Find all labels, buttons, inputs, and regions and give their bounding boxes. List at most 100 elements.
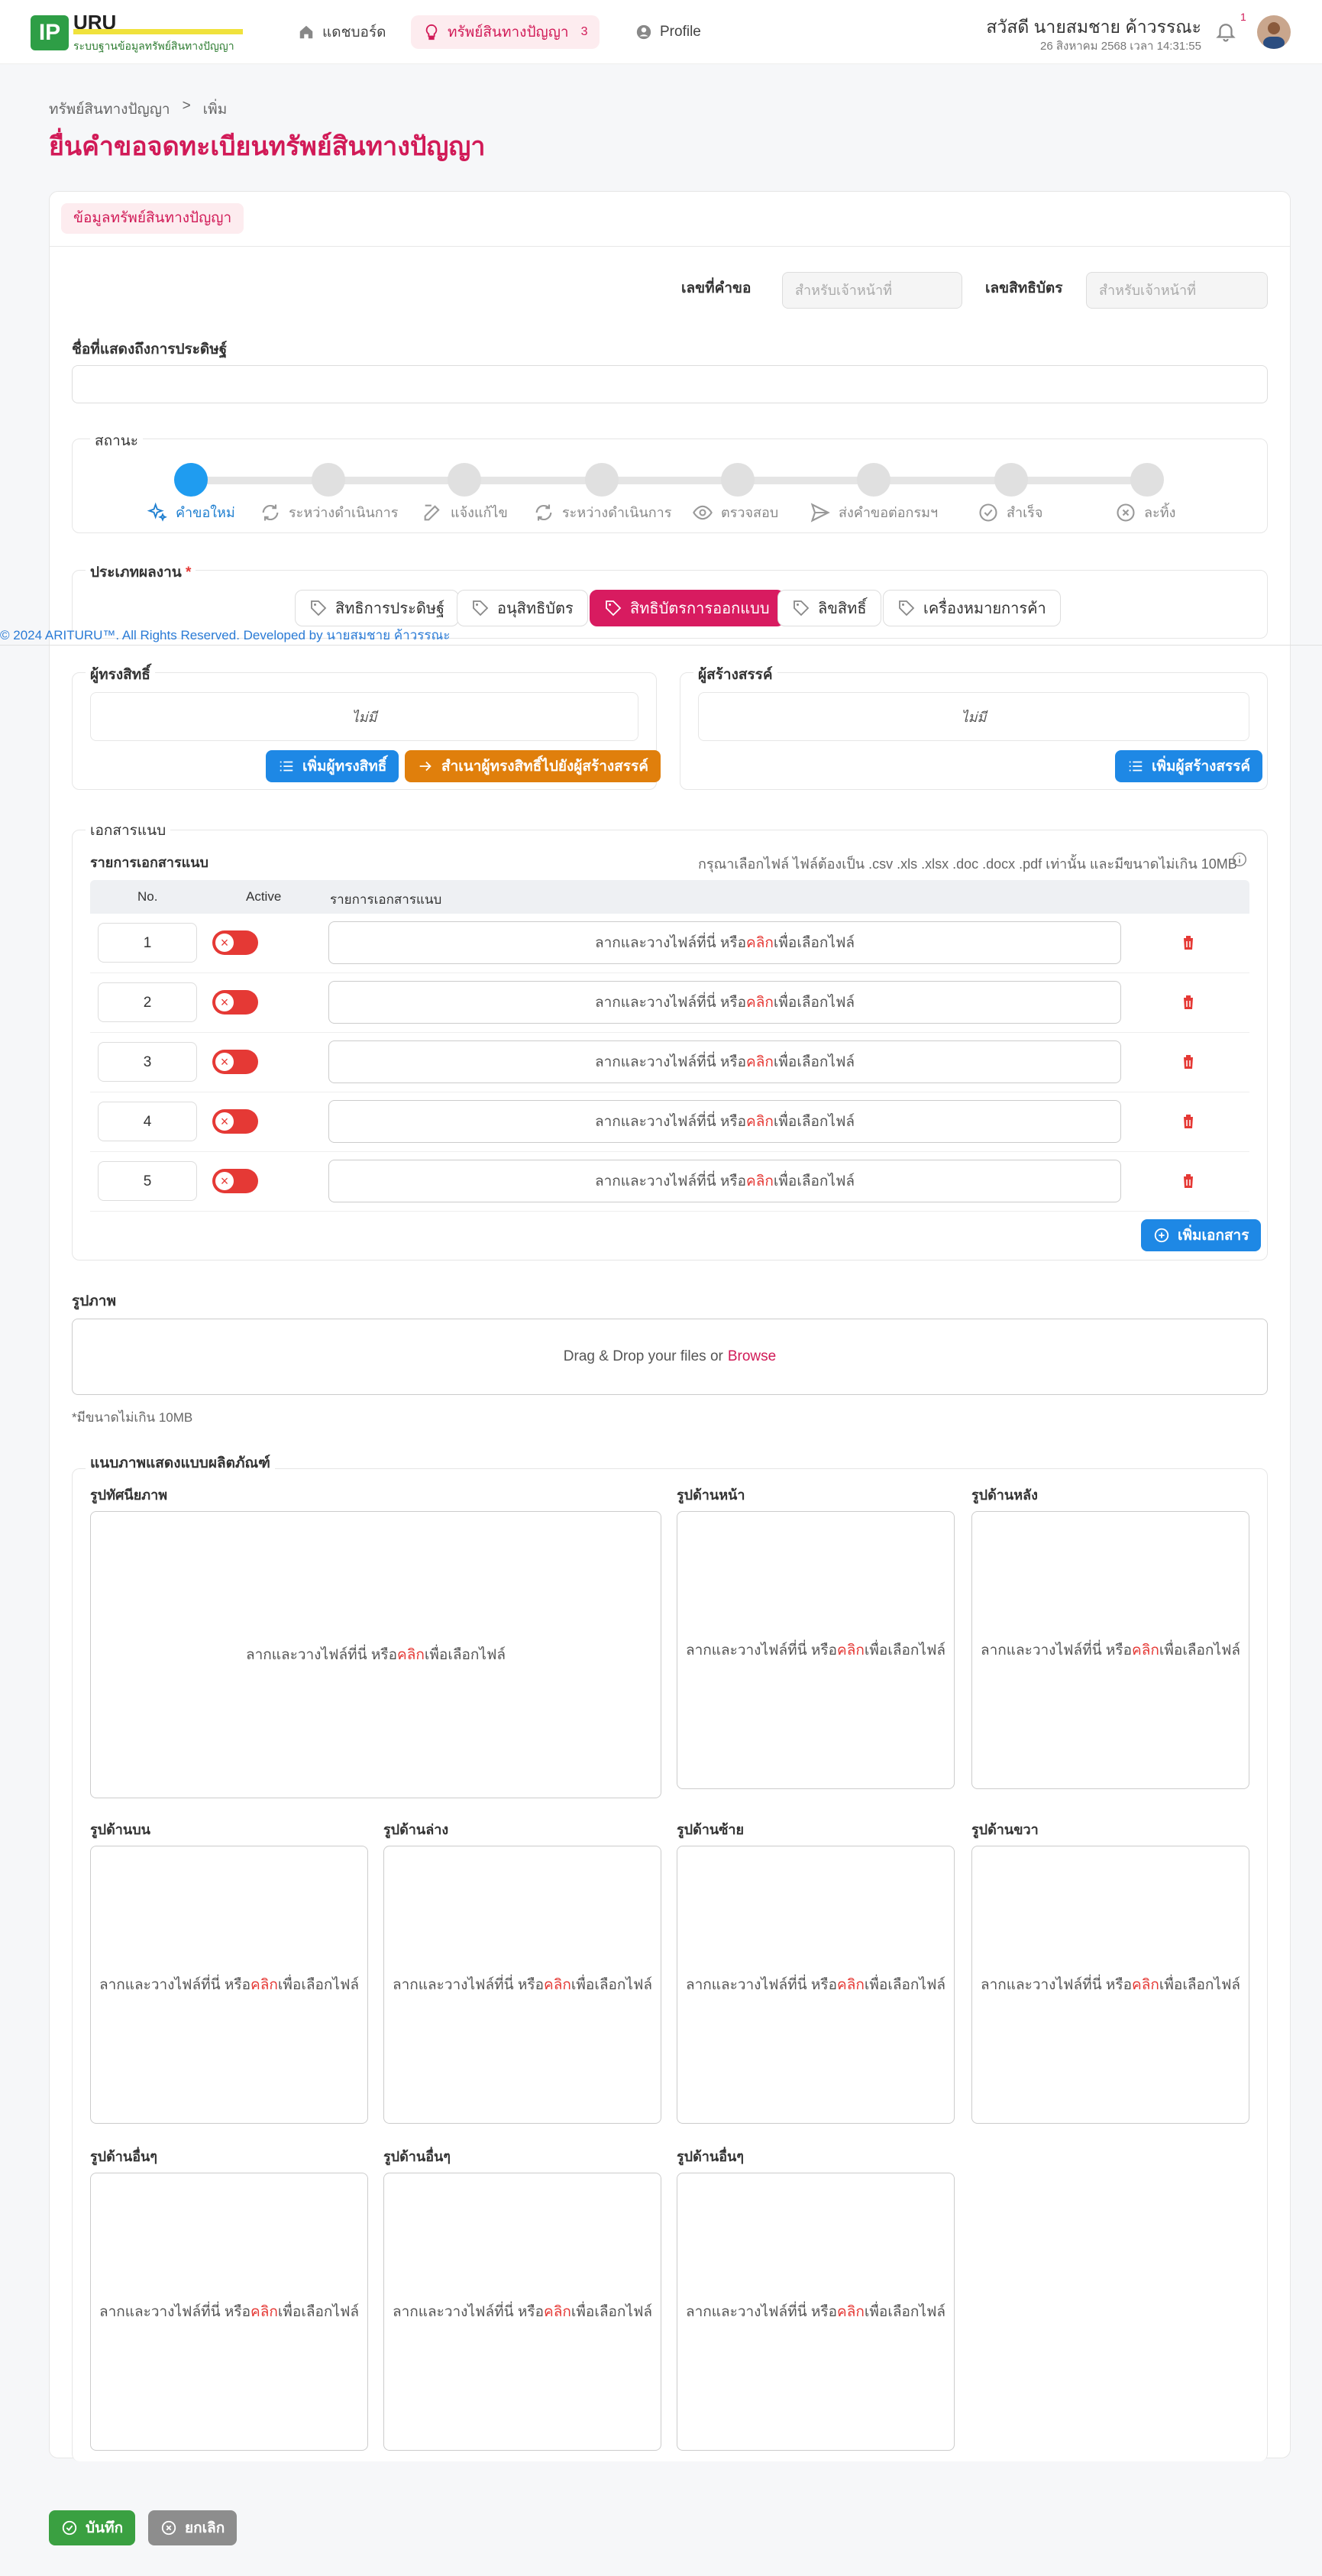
list-icon: [1129, 761, 1143, 772]
back-image-dropzone[interactable]: ลากและวางไฟล์ที่นี่ หรือ คลิก เพื่อเลือกไฟ…: [971, 1511, 1249, 1789]
breadcrumb-parent[interactable]: ทรัพย์สินทางปัญญา: [49, 98, 170, 121]
eye-icon: [693, 505, 713, 519]
drop-click-link[interactable]: คลิก: [746, 1110, 774, 1133]
drop-click-link[interactable]: คลิก: [837, 1639, 865, 1662]
work-type-invention[interactable]: สิทธิการประดิษฐ์: [295, 590, 460, 626]
current-datetime: 26 สิงหาคม 2568 เวลา 14:31:55: [1040, 40, 1201, 53]
image-dropzone[interactable]: Drag & Drop your files or Browse: [72, 1319, 1268, 1395]
perspective-image-dropzone[interactable]: ลากและวางไฟล์ที่นี่ หรือ คลิก เพื่อเลือกไฟ…: [90, 1511, 661, 1798]
arrow-right-icon: [419, 761, 432, 772]
work-type-trademark[interactable]: เครื่องหมายการค้า: [883, 590, 1061, 626]
drop-click-link[interactable]: คลิก: [746, 931, 774, 954]
trash-icon[interactable]: [1179, 1052, 1198, 1072]
trash-icon[interactable]: [1179, 1112, 1198, 1131]
active-toggle[interactable]: [212, 930, 258, 955]
drop-click-link[interactable]: คลิก: [544, 1973, 571, 1996]
status-step-dot: [174, 463, 208, 497]
drop-click-link[interactable]: คลิก: [837, 2300, 865, 2323]
drop-click-link[interactable]: คลิก: [251, 2300, 278, 2323]
row-number[interactable]: 5: [98, 1161, 197, 1201]
left-image-dropzone[interactable]: ลากและวางไฟล์ที่นี่ หรือ คลิก เพื่อเลือกไฟ…: [677, 1846, 955, 2124]
drop-text: ลากและวางไฟล์ที่นี่ หรือ: [685, 1642, 838, 1659]
work-type-petty-patent[interactable]: อนุสิทธิบัตร: [457, 590, 588, 626]
drop-click-link[interactable]: คลิก: [397, 1643, 425, 1666]
patent-no-input[interactable]: สำหรับเจ้าหน้าที่: [1086, 272, 1268, 309]
add-creator-button[interactable]: เพิ่มผู้สร้างสรรค์: [1115, 750, 1263, 782]
work-type-option-label: สิทธิการประดิษฐ์: [335, 600, 445, 617]
bottom-image-dropzone[interactable]: ลากและวางไฟล์ที่นี่ หรือ คลิก เพื่อเลือกไฟ…: [383, 1846, 661, 2124]
save-button[interactable]: บันทึก: [49, 2510, 136, 2545]
trash-icon[interactable]: [1179, 992, 1198, 1012]
other-image-dropzone-3[interactable]: ลากและวางไฟล์ที่นี่ หรือ คลิก เพื่อเลือกไฟ…: [677, 2173, 955, 2451]
nav-profile[interactable]: Profile: [623, 15, 713, 49]
slot-label: รูปด้านบน: [90, 1822, 150, 1837]
drop-click-link[interactable]: คลิก: [1132, 1973, 1159, 1996]
active-toggle[interactable]: [212, 1169, 258, 1193]
status-step-in-progress-2: ระหว่างดำเนินการ: [533, 501, 671, 523]
bell-icon[interactable]: [1214, 20, 1237, 43]
nav-ip[interactable]: ทรัพย์สินทางปัญญา 3: [411, 15, 600, 49]
browse-link[interactable]: Browse: [728, 1348, 776, 1365]
drop-text: เพื่อเลือกไฟล์: [864, 1977, 946, 1993]
request-no-input[interactable]: สำหรับเจ้าหน้าที่: [782, 272, 962, 309]
file-dropzone[interactable]: ลากและวางไฟล์ที่นี่ หรือ คลิก เพื่อเลือกไฟ…: [328, 1040, 1121, 1083]
active-toggle[interactable]: [212, 1050, 258, 1074]
row-number[interactable]: 4: [98, 1102, 197, 1141]
work-type-copyright[interactable]: ลิขสิทธิ์: [777, 590, 881, 626]
trash-icon[interactable]: [1179, 1171, 1198, 1191]
info-icon[interactable]: [1231, 851, 1248, 868]
status-step-dot: [721, 463, 755, 497]
status-step-dot: [857, 463, 890, 497]
drop-click-link[interactable]: คลิก: [746, 991, 774, 1014]
file-dropzone[interactable]: ลากและวางไฟล์ที่นี่ หรือ คลิก เพื่อเลือกไฟ…: [328, 1160, 1121, 1202]
status-step-success: สำเร็จ: [978, 501, 1042, 523]
file-dropzone[interactable]: ลากและวางไฟล์ที่นี่ หรือ คลิก เพื่อเลือกไฟ…: [328, 1100, 1121, 1143]
drop-click-link[interactable]: คลิก: [746, 1050, 774, 1073]
active-toggle[interactable]: [212, 1109, 258, 1134]
add-document-button[interactable]: เพิ่มเอกสาร: [1141, 1219, 1262, 1251]
work-type-design-patent[interactable]: สิทธิบัตรการออกแบบ: [590, 590, 784, 626]
drop-text: ลากและวางไฟล์ที่นี่ หรือ: [392, 2304, 545, 2320]
tag-icon: [899, 600, 915, 616]
drop-text: ลากและวางไฟล์ที่นี่ หรือ: [594, 1054, 747, 1070]
add-owner-button[interactable]: เพิ่มผู้ทรงสิทธิ์: [266, 750, 399, 782]
x-circle-icon: [1117, 503, 1135, 522]
drop-click-link[interactable]: คลิก: [544, 2300, 571, 2323]
invention-name-input[interactable]: [72, 365, 1268, 403]
file-dropzone[interactable]: ลากและวางไฟล์ที่นี่ หรือ คลิก เพื่อเลือกไฟ…: [328, 921, 1121, 964]
other-image-dropzone-1[interactable]: ลากและวางไฟล์ที่นี่ หรือ คลิก เพื่อเลือกไฟ…: [90, 2173, 368, 2451]
row-number[interactable]: 3: [98, 1042, 197, 1082]
lightbulb-icon: [425, 24, 438, 40]
cancel-button[interactable]: ยกเลิก: [148, 2510, 238, 2545]
drop-click-link[interactable]: คลิก: [837, 1973, 865, 1996]
row-number[interactable]: 2: [98, 982, 197, 1022]
row-number[interactable]: 1: [98, 923, 197, 963]
nav-dashboard-label: แดชบอร์ด: [322, 24, 386, 40]
active-toggle[interactable]: [212, 990, 258, 1015]
file-dropzone[interactable]: ลากและวางไฟล์ที่นี่ หรือ คลิก เพื่อเลือกไฟ…: [328, 981, 1121, 1024]
copy-owners-button[interactable]: สำเนาผู้ทรงสิทธิ์ไปยังผู้สร้างสรรค์: [405, 750, 661, 782]
drop-text: เพื่อเลือกไฟล์: [864, 2304, 946, 2320]
drop-click-link[interactable]: คลิก: [1132, 1639, 1159, 1662]
tab-ip-info[interactable]: ข้อมูลทรัพย์สินทางปัญญา: [61, 203, 244, 234]
work-type-label: ประเภทผลงาน *: [86, 561, 196, 584]
trash-icon[interactable]: [1179, 933, 1198, 953]
drop-click-link[interactable]: คลิก: [746, 1170, 774, 1193]
front-image-dropzone[interactable]: ลากและวางไฟล์ที่นี่ หรือ คลิก เพื่อเลือกไฟ…: [677, 1511, 955, 1789]
avatar[interactable]: [1257, 15, 1291, 49]
owners-empty: ไม่มี: [90, 692, 638, 741]
drop-text: ลากและวางไฟล์ที่นี่ หรือ: [594, 935, 747, 951]
status-step-dot: [585, 463, 619, 497]
invention-name-label: ชื่อที่แสดงถึงการประดิษฐ์: [72, 341, 228, 358]
work-type-option-label: เครื่องหมายการค้า: [923, 600, 1046, 617]
work-type-label-text: ประเภทผลงาน: [90, 565, 182, 581]
right-image-dropzone[interactable]: ลากและวางไฟล์ที่นี่ หรือ คลิก เพื่อเลือกไฟ…: [971, 1846, 1249, 2124]
top-image-dropzone[interactable]: ลากและวางไฟล์ที่นี่ หรือ คลิก เพื่อเลือกไฟ…: [90, 1846, 368, 2124]
footer-copyright: © 2024 ARITURU™. All Rights Reserved. De…: [0, 628, 451, 642]
logo-badge[interactable]: IP: [31, 15, 69, 50]
images-size-note: *มีขนาดไม่เกิน 10MB: [72, 1410, 193, 1425]
nav-dashboard[interactable]: แดชบอร์ด: [286, 15, 399, 49]
other-image-dropzone-2[interactable]: ลากและวางไฟล์ที่นี่ หรือ คลิก เพื่อเลือกไฟ…: [383, 2173, 661, 2451]
drop-text: ลากและวางไฟล์ที่นี่ หรือ: [594, 995, 747, 1011]
drop-click-link[interactable]: คลิก: [251, 1973, 278, 1996]
